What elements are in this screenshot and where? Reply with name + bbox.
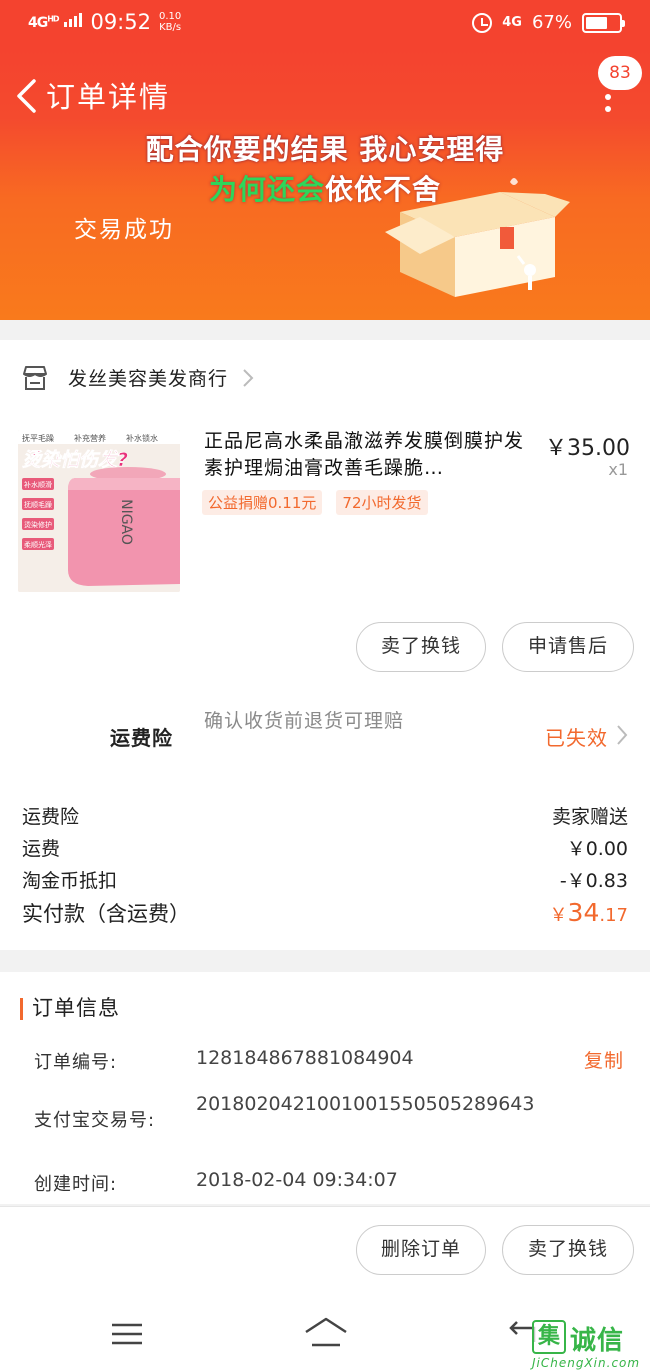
total-label: 实付款（含运费） bbox=[22, 902, 190, 926]
copy-button[interactable]: 复制 bbox=[584, 1046, 624, 1073]
product-image[interactable]: 抚平毛躁 补充营养 补水锁水 烫染怕伤发? 补水顺滑 抚顺毛躁 烫染修护 柔顺光… bbox=[18, 430, 180, 592]
total-decimal: .17 bbox=[599, 905, 628, 926]
clock: 09:52 bbox=[90, 10, 151, 34]
status-bar: 4GHD 09:52 0.10 KB/s 4G 67% bbox=[0, 0, 650, 50]
watermark: 集 诚信 JiChengXin.com bbox=[532, 1320, 650, 1372]
product-quantity: x1 bbox=[608, 460, 628, 479]
store-icon bbox=[23, 365, 47, 390]
product-price: ￥35.00 bbox=[545, 436, 630, 461]
charity-tag: 公益捐赠0.11元 bbox=[202, 490, 323, 515]
alipay-trade-label: 支付宝交易号: bbox=[34, 1110, 156, 1131]
bottom-action-bar: 删除订单 卖了换钱 bbox=[0, 1206, 650, 1296]
home-icon[interactable] bbox=[304, 1316, 348, 1348]
network-type-right: 4G bbox=[502, 15, 522, 30]
order-number-label: 订单编号: bbox=[34, 1052, 118, 1073]
order-info-card: 订单信息 订单编号: 128184867881084904 复制 支付宝交易号:… bbox=[0, 972, 650, 1204]
fee-label: 淘金币抵扣 bbox=[22, 870, 118, 892]
watermark-logo: 集 bbox=[532, 1320, 566, 1354]
img-brand: NIGAO bbox=[118, 499, 134, 545]
network-speed: 0.10 KB/s bbox=[159, 11, 181, 33]
signal-bars-icon bbox=[64, 13, 83, 27]
battery-fill bbox=[586, 16, 608, 29]
fee-value: ￥0.00 bbox=[566, 838, 628, 860]
speed-unit: KB/s bbox=[159, 22, 182, 33]
fee-label: 运费险 bbox=[22, 806, 80, 828]
watermark-text: 诚信 bbox=[570, 1326, 625, 1356]
section-accent-bar bbox=[20, 998, 23, 1020]
shop-row[interactable]: 发丝美容美发商行 bbox=[22, 364, 254, 391]
img-side-label-2: 抚顺毛躁 bbox=[24, 500, 52, 509]
alipay-trade-value: 2018020421001001550505289643 bbox=[196, 1093, 535, 1115]
shipping-tag: 72小时发货 bbox=[336, 490, 428, 515]
shipping-insurance-desc: 确认收货前退货可理赔 bbox=[204, 710, 405, 732]
total-integer: 34 bbox=[567, 898, 600, 927]
chevron-right-icon[interactable] bbox=[616, 724, 628, 746]
created-time-label: 创建时间: bbox=[34, 1174, 118, 1195]
fee-row-insurance: 运费险 卖家赠送 bbox=[22, 802, 628, 829]
resell-button[interactable]: 卖了换钱 bbox=[356, 622, 486, 672]
battery-percent: 67% bbox=[531, 12, 572, 33]
package-box-illustration bbox=[385, 178, 570, 297]
product-tags: 公益捐赠0.11元 72小时发货 bbox=[202, 490, 428, 515]
order-status-text: 交易成功 bbox=[74, 217, 174, 243]
fee-row-coins: 淘金币抵扣 -￥0.83 bbox=[22, 866, 628, 893]
order-status-header: 订单详情 83 配合你要的结果 我心安理得 为何还会依依不舍 交易成功 bbox=[0, 50, 650, 320]
img-side-label-4: 柔顺光泽 bbox=[24, 540, 52, 549]
shipping-insurance-status[interactable]: 已失效 bbox=[545, 722, 608, 751]
delete-order-button[interactable]: 删除订单 bbox=[356, 1225, 486, 1275]
watermark-url: JiChengXin.com bbox=[532, 1356, 641, 1370]
system-nav-bar: 集 诚信 JiChengXin.com bbox=[0, 1296, 650, 1372]
img-top-label-2: 补充营养 bbox=[74, 433, 106, 443]
alarm-icon bbox=[472, 12, 493, 33]
order-summary-card: 发丝美容美发商行 抚平毛躁 补充营养 补水锁水 烫染怕伤发? 补水顺滑 抚顺毛躁… bbox=[0, 340, 650, 950]
product-photo: 抚平毛躁 补充营养 补水锁水 烫染怕伤发? 补水顺滑 抚顺毛躁 烫染修护 柔顺光… bbox=[18, 430, 180, 592]
signal-indicator: 4GHD bbox=[28, 13, 83, 31]
order-info-title: 订单信息 bbox=[32, 996, 120, 1020]
network-type: 4G bbox=[28, 15, 48, 31]
img-top-label-3: 补水锁水 bbox=[126, 433, 158, 443]
fee-row-shipping: 运费 ￥0.00 bbox=[22, 834, 628, 861]
img-side-label-1: 补水顺滑 bbox=[24, 480, 52, 489]
back-arrow-icon[interactable] bbox=[14, 78, 42, 114]
chevron-right-icon bbox=[243, 368, 254, 387]
lyric-highlight: 为何还会 bbox=[208, 173, 325, 206]
page-title: 订单详情 bbox=[46, 80, 171, 114]
created-time-value: 2018-02-04 09:34:07 bbox=[196, 1169, 398, 1191]
network-hd: HD bbox=[47, 14, 59, 24]
after-sale-button[interactable]: 申请售后 bbox=[502, 622, 634, 672]
product-title[interactable]: 正品尼高水柔晶澈滋养发膜倒膜护发素护理焗油膏改善毛躁脆… bbox=[204, 428, 534, 482]
lyric-line-1: 配合你要的结果 我心安理得 bbox=[145, 133, 505, 166]
shop-name: 发丝美容美发商行 bbox=[68, 368, 229, 390]
menu-icon[interactable] bbox=[112, 1322, 142, 1346]
fee-value: -￥0.83 bbox=[559, 870, 628, 892]
resell-button-bottom[interactable]: 卖了换钱 bbox=[502, 1225, 634, 1275]
total-currency: ￥ bbox=[549, 905, 568, 926]
message-count-badge[interactable]: 83 bbox=[598, 56, 642, 90]
fee-value: 卖家赠送 bbox=[551, 806, 628, 828]
speed-value: 0.10 bbox=[158, 11, 182, 22]
img-side-label-3: 烫染修护 bbox=[24, 520, 52, 529]
more-options-icon[interactable] bbox=[604, 94, 612, 114]
shipping-insurance-label: 运费险 bbox=[110, 726, 173, 750]
battery-icon bbox=[582, 12, 625, 33]
fee-label: 运费 bbox=[22, 838, 61, 860]
img-top-labels: 抚平毛躁 bbox=[22, 433, 54, 443]
order-number-value: 128184867881084904 bbox=[196, 1047, 414, 1069]
total-row: 实付款（含运费） ￥34.17 bbox=[22, 898, 628, 928]
total-amount: ￥34.17 bbox=[550, 898, 628, 928]
